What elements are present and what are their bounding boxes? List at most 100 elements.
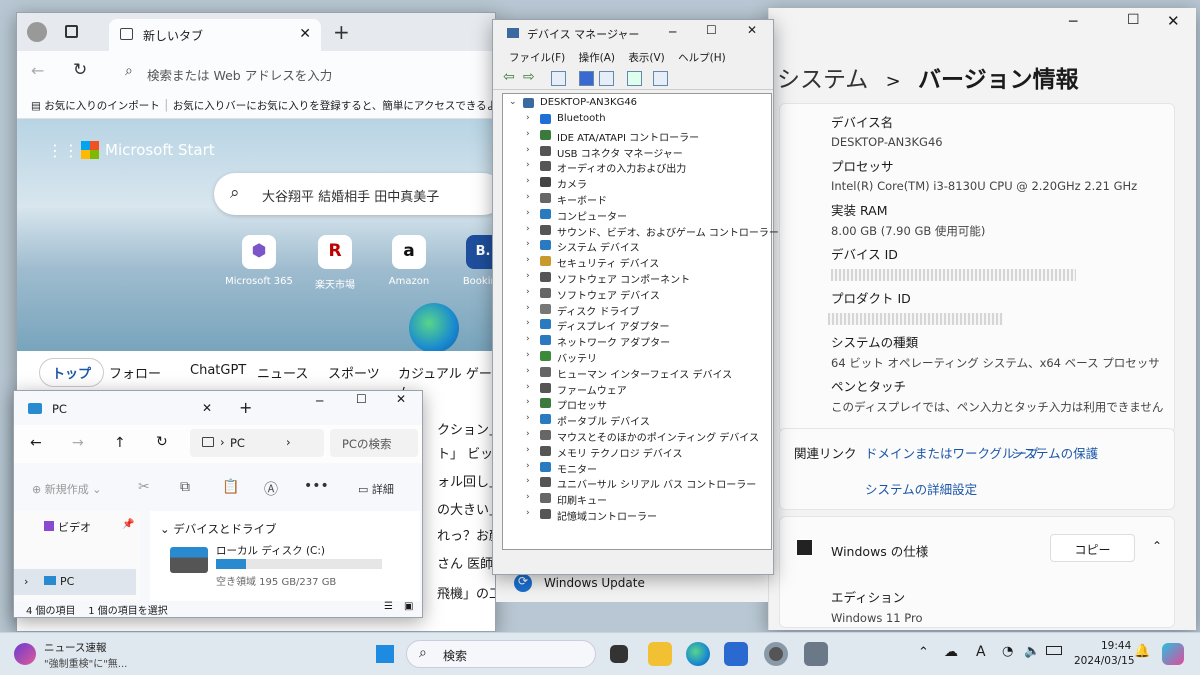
clock-time[interactable]: 19:44 — [1101, 640, 1131, 652]
new-tab-button[interactable]: + — [239, 398, 252, 417]
help-icon[interactable] — [579, 71, 594, 86]
search-input[interactable]: PCの検索 — [330, 429, 418, 457]
copy-button[interactable]: コピー — [1050, 534, 1135, 562]
back-icon[interactable]: ← — [30, 435, 42, 451]
tree-item[interactable]: › ディスク ドライブ — [503, 302, 765, 318]
menu-file[interactable]: ファイル(F) — [509, 52, 565, 64]
tree-item[interactable]: › ディスプレイ アダプター — [503, 317, 765, 333]
tree-item[interactable]: › ファームウェア — [503, 381, 765, 397]
back-icon[interactable]: ← — [31, 61, 44, 80]
details-button[interactable]: ▭ 詳細 — [358, 481, 394, 497]
chevron-right-icon[interactable]: › — [526, 366, 530, 376]
new-button[interactable]: ⊕ 新規作成 ⌄ — [32, 481, 101, 497]
sidebar-item-pc[interactable]: › PC — [14, 569, 136, 595]
menu-view[interactable]: 表示(V) — [628, 52, 664, 64]
chevron-right-icon[interactable]: › — [526, 271, 530, 281]
sidebar-item-video[interactable]: ビデオ — [44, 519, 91, 535]
chevron-right-icon[interactable]: › — [526, 303, 530, 313]
properties-icon[interactable] — [551, 71, 566, 86]
tile-view-icon[interactable]: ▣ — [404, 601, 413, 612]
copilot-icon[interactable] — [1162, 643, 1184, 665]
chevron-up-icon[interactable]: ⌃ — [1152, 539, 1162, 553]
path-bar[interactable]: › PC › — [190, 429, 324, 457]
up-icon[interactable]: ↑ — [114, 435, 126, 451]
tab-actions-icon[interactable] — [65, 25, 78, 38]
nav-news[interactable]: ニュース — [257, 363, 308, 382]
scan-icon[interactable] — [653, 71, 668, 86]
news-title[interactable]: ニュース速報 — [44, 640, 106, 655]
chevron-right-icon[interactable]: › — [526, 160, 530, 170]
close-icon[interactable]: ✕ — [1167, 12, 1180, 30]
nav-chatgpt[interactable]: ChatGPT — [190, 363, 246, 378]
chevron-right-icon[interactable]: › — [526, 382, 530, 392]
tree-item[interactable]: › プロセッサ — [503, 396, 765, 412]
tree-item[interactable]: › モニター — [503, 460, 765, 476]
close-icon[interactable]: ✕ — [299, 26, 311, 42]
settings-icon[interactable] — [764, 642, 788, 666]
refresh-icon[interactable]: ↻ — [156, 434, 168, 450]
tree-item[interactable]: › ポータブル デバイス — [503, 412, 765, 428]
chevron-right-icon[interactable]: › — [526, 461, 530, 471]
chevron-right-icon[interactable]: › — [526, 397, 530, 407]
tree-item[interactable]: › 記憶域コントローラー — [503, 507, 765, 523]
tree-item[interactable]: › カメラ — [503, 175, 765, 191]
tree-item[interactable]: › ソフトウェア コンポーネント — [503, 270, 765, 286]
maximize-icon[interactable]: ☐ — [356, 392, 367, 406]
news-line[interactable]: 飛機」の工場 — [437, 583, 495, 602]
chevron-right-icon[interactable]: › — [526, 145, 530, 155]
chevron-right-icon[interactable]: › — [526, 287, 530, 297]
task-view-icon[interactable] — [610, 645, 628, 663]
tree-item[interactable]: › メモリ テクノロジ デバイス — [503, 444, 765, 460]
chevron-right-icon[interactable]: › — [526, 350, 530, 360]
chevron-right-icon[interactable]: › — [526, 413, 530, 423]
minimize-icon[interactable]: ─ — [316, 394, 323, 408]
forward-icon[interactable]: → — [72, 435, 84, 451]
store-icon[interactable] — [724, 642, 748, 666]
news-line[interactable]: の大きい」 戦 — [437, 499, 495, 518]
chevron-right-icon[interactable]: › — [526, 113, 530, 123]
tree-item[interactable]: › ソフトウェア デバイス — [503, 286, 765, 302]
chevron-down-icon[interactable]: ⌄ — [509, 97, 517, 107]
link-system-protection[interactable]: システムの保護 — [1011, 443, 1098, 462]
maximize-icon[interactable]: ☐ — [706, 23, 717, 37]
update-driver-icon[interactable] — [627, 71, 642, 86]
chevron-right-icon[interactable]: › — [526, 176, 530, 186]
chevron-right-icon[interactable]: › — [526, 255, 530, 265]
tree-item[interactable]: › システム デバイス — [503, 238, 765, 254]
volume-icon[interactable]: 🔈 — [1024, 644, 1040, 659]
news-icon[interactable] — [14, 643, 36, 665]
rename-icon[interactable]: Ⓐ — [264, 479, 278, 499]
battery-icon[interactable] — [1046, 646, 1062, 655]
chevron-right-icon[interactable]: › — [526, 318, 530, 328]
paste-icon[interactable]: 📋 — [222, 479, 239, 495]
chevron-right-icon[interactable]: › — [526, 476, 530, 486]
chevron-right-icon[interactable]: › — [526, 208, 530, 218]
news-line[interactable]: クション」 — [437, 419, 495, 438]
close-icon[interactable]: ✕ — [747, 23, 757, 37]
menu-action[interactable]: 操作(A) — [579, 52, 615, 64]
chevron-right-icon[interactable]: › — [526, 508, 530, 518]
new-tab-button[interactable]: + — [333, 20, 350, 44]
device-manager-icon[interactable] — [804, 642, 828, 666]
view-icon[interactable] — [599, 71, 614, 86]
chevron-right-icon[interactable]: › — [526, 192, 530, 202]
news-line[interactable]: ォル回し」 — [437, 471, 495, 490]
minimize-icon[interactable]: ─ — [1069, 14, 1077, 30]
list-view-icon[interactable]: ☰ — [384, 601, 393, 612]
breadcrumb-parent[interactable]: システム — [777, 67, 868, 93]
clock-date[interactable]: 2024/03/15 — [1074, 655, 1135, 667]
forward-icon[interactable]: ⇨ — [523, 69, 535, 85]
tree-item[interactable]: › マウスとそのほかのポインティング デバイス — [503, 428, 765, 444]
apps-grid-icon[interactable]: ⋮⋮ — [47, 141, 79, 160]
chevron-right-icon[interactable]: › — [526, 429, 530, 439]
minimize-icon[interactable]: ─ — [669, 25, 676, 39]
drive-item[interactable]: ローカル ディスク (C:) 空き領域 195 GB/237 GB — [170, 543, 410, 593]
chevron-right-icon[interactable]: › — [526, 492, 530, 502]
ime-indicator[interactable]: A — [976, 644, 986, 660]
news-sub[interactable]: "強制重検"に"無... — [44, 655, 127, 670]
file-explorer-icon[interactable] — [648, 642, 672, 666]
notification-bell-icon[interactable]: 🔔 — [1134, 644, 1150, 659]
chevron-right-icon[interactable]: › — [526, 239, 530, 249]
tree-item[interactable]: › IDE ATA/ATAPI コントローラー — [503, 128, 765, 144]
app-amazon[interactable]: a Amazon — [374, 235, 444, 287]
